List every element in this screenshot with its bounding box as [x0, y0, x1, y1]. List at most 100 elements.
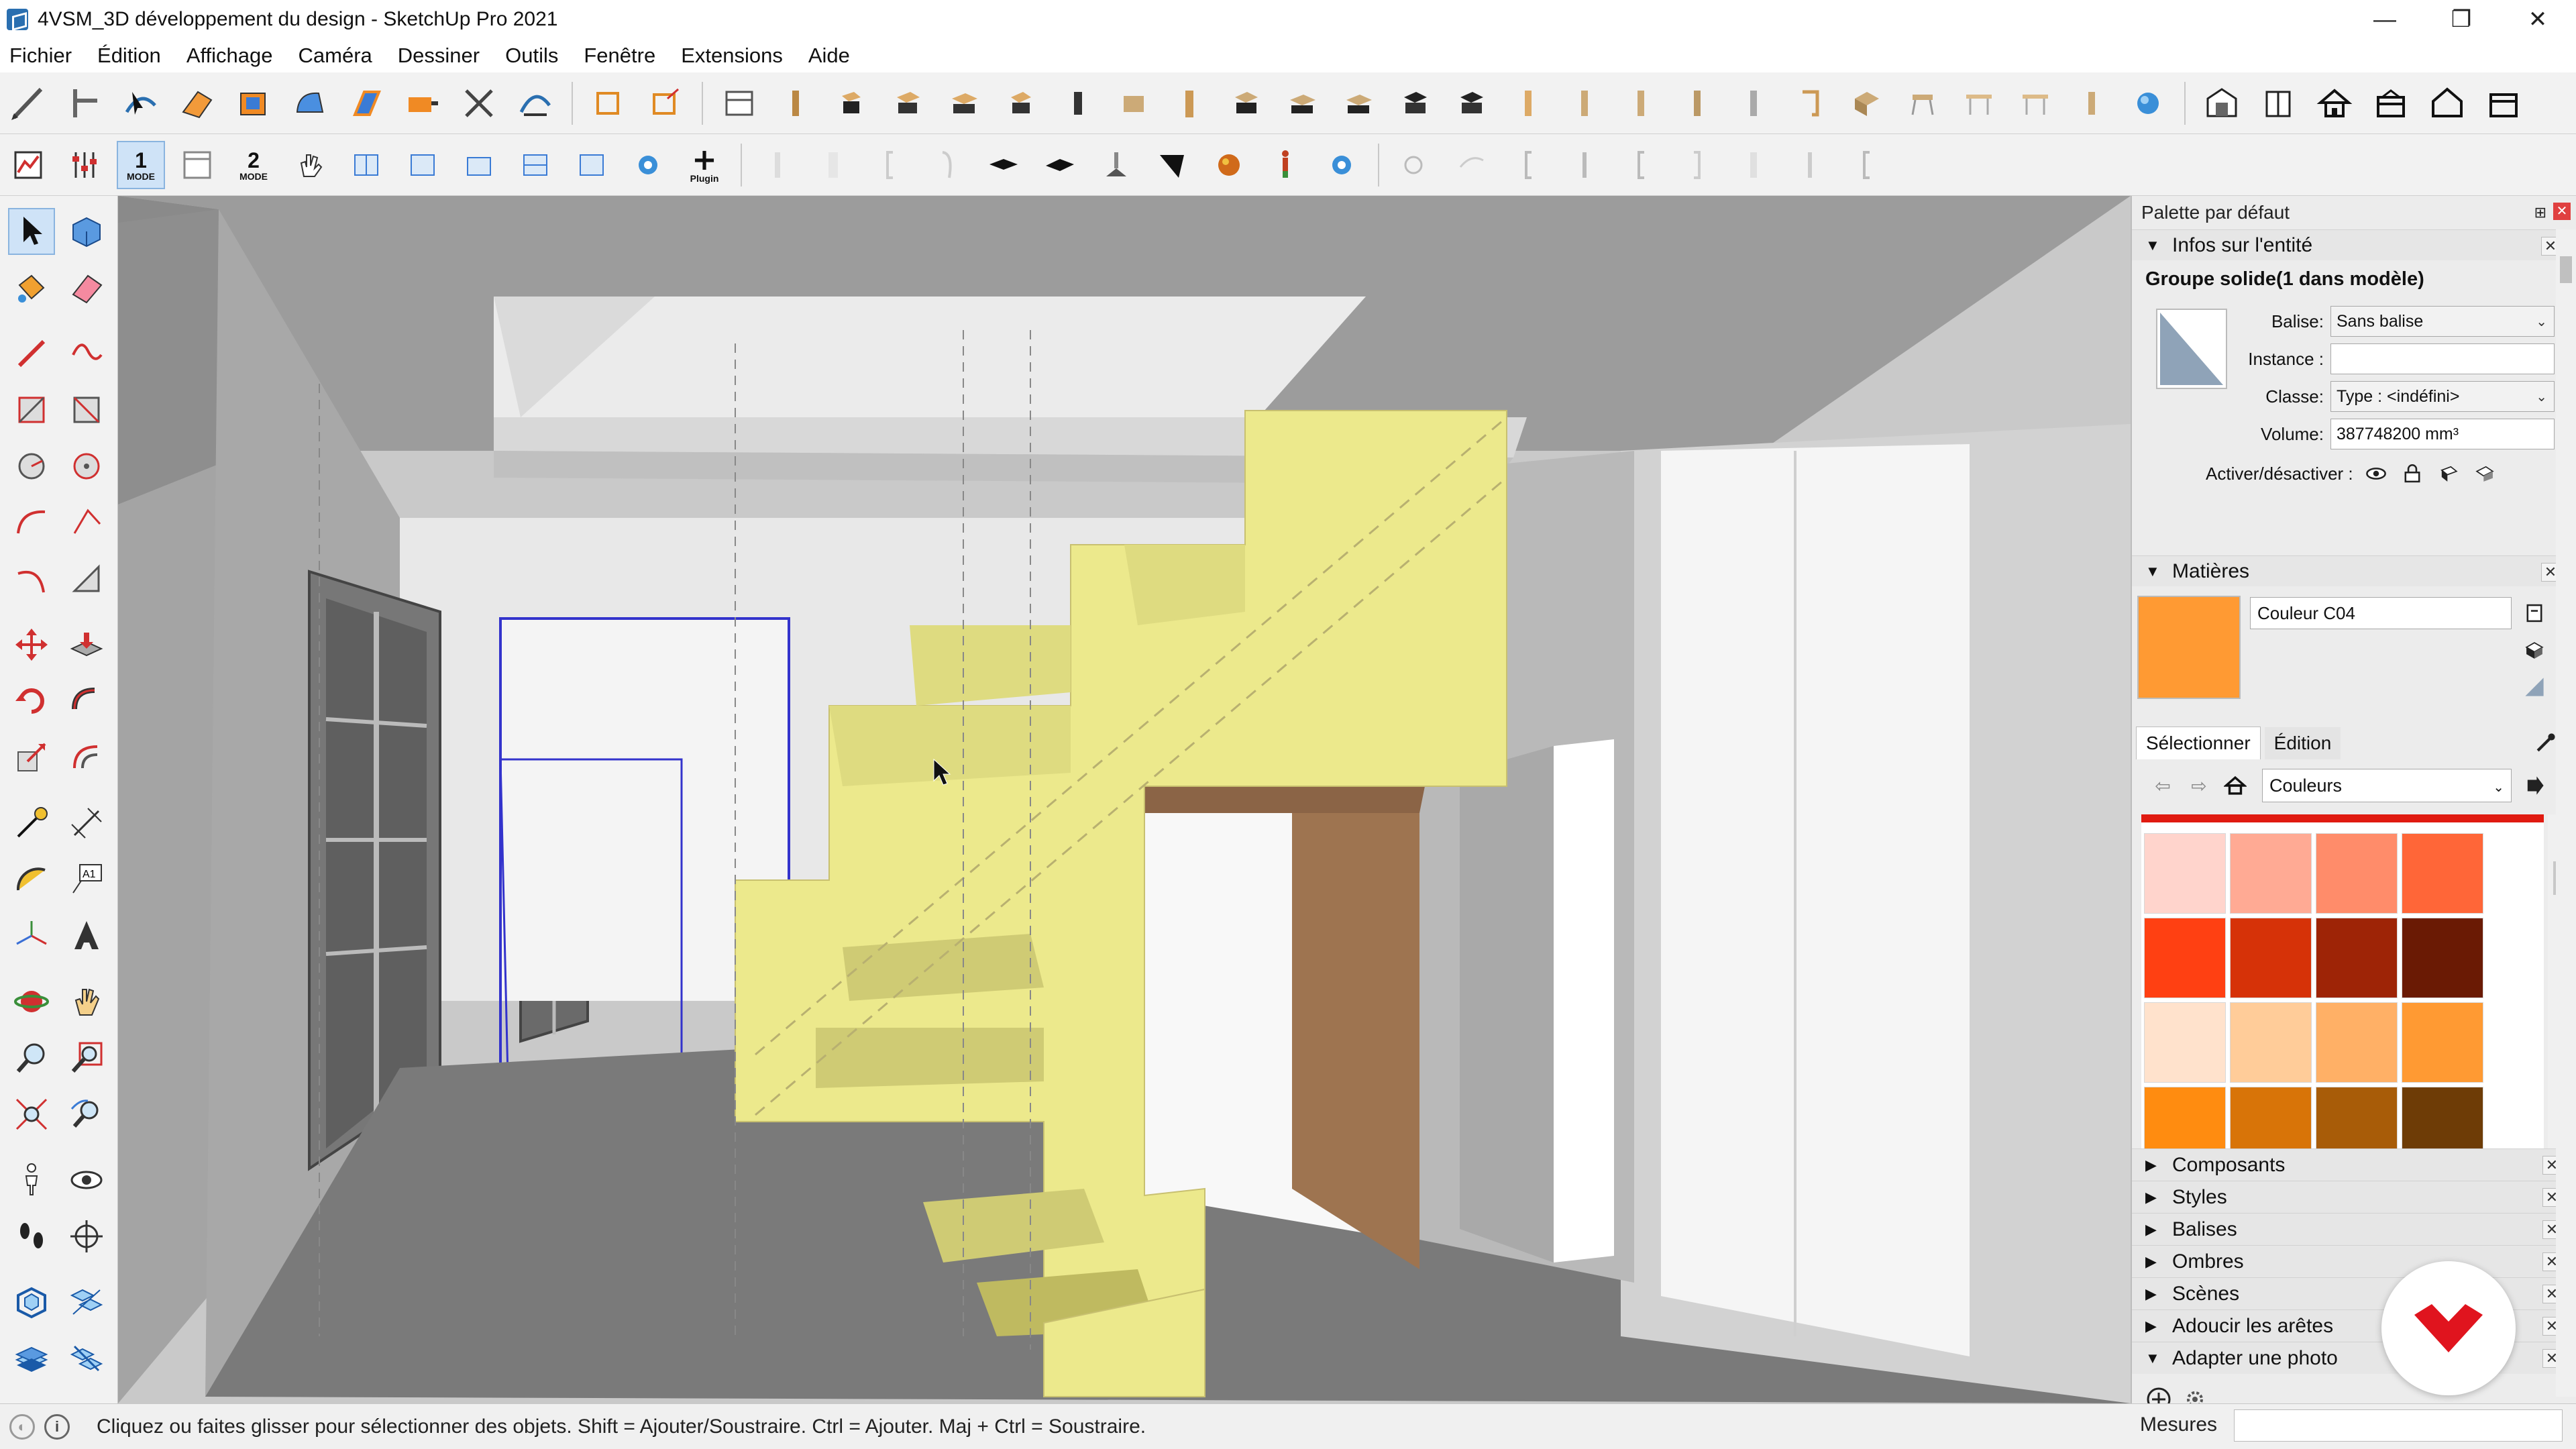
circle-tool[interactable] — [8, 443, 55, 490]
disabled-tool-10[interactable] — [1673, 141, 1721, 189]
dimension-tool[interactable] — [63, 800, 110, 847]
stair-23-button[interactable] — [2011, 79, 2059, 127]
lock-icon[interactable] — [2399, 460, 2426, 487]
line-tool-button[interactable] — [4, 79, 52, 127]
stair-17-button[interactable] — [1673, 79, 1721, 127]
menu-edition[interactable]: Édition — [97, 44, 161, 68]
wall-tool-5-button[interactable] — [568, 141, 616, 189]
settings-sliders-button[interactable] — [60, 141, 109, 189]
scale-tool[interactable] — [8, 734, 55, 781]
menu-dessiner[interactable]: Dessiner — [398, 44, 480, 68]
disabled-tool-11[interactable] — [1729, 141, 1778, 189]
mode-2-button[interactable]: 2 MODE — [229, 141, 278, 189]
panel-tool-button[interactable] — [715, 79, 763, 127]
solid-tools-3[interactable] — [8, 1335, 55, 1382]
scissors-button[interactable] — [455, 79, 503, 127]
shadows-panel-header[interactable]: ▶ Ombres ✕ — [2132, 1245, 2576, 1277]
swatch[interactable] — [2316, 918, 2398, 998]
solid-tools-2[interactable] — [63, 1279, 110, 1326]
disabled-tool-5[interactable] — [1391, 141, 1440, 189]
swatch[interactable] — [2402, 833, 2483, 914]
mode-1-button[interactable]: 1 MODE — [117, 140, 165, 189]
move-tool[interactable] — [8, 621, 55, 668]
model-info-button[interactable] — [4, 141, 52, 189]
solid-tools-4[interactable] — [63, 1335, 110, 1382]
create-material-icon[interactable] — [2520, 598, 2549, 628]
forward-arrow-icon[interactable]: ⇨ — [2184, 771, 2214, 800]
push-pull-tool[interactable] — [63, 621, 110, 668]
rotated-rectangle-tool[interactable] — [63, 386, 110, 433]
class-select[interactable]: Type : <indéfini> ⌄ — [2330, 381, 2555, 412]
previous-view-tool[interactable] — [63, 1091, 110, 1138]
menu-outils[interactable]: Outils — [505, 44, 558, 68]
three-point-arc-tool[interactable] — [8, 555, 55, 602]
select-paint-button[interactable] — [117, 79, 165, 127]
text-tool[interactable]: A1 — [63, 856, 110, 903]
axes-tool[interactable] — [8, 912, 55, 959]
diamond-tool-1[interactable] — [979, 141, 1028, 189]
hand-button[interactable] — [286, 141, 334, 189]
display-secondary-icon[interactable] — [2520, 636, 2549, 665]
disabled-tool-3[interactable] — [867, 141, 915, 189]
stair-12-button[interactable] — [1391, 79, 1440, 127]
swatch[interactable] — [2316, 833, 2398, 914]
stair-11-button[interactable] — [1335, 79, 1383, 127]
stair-10-button[interactable] — [1279, 79, 1327, 127]
stair-7-button[interactable] — [1110, 79, 1158, 127]
maximize-button[interactable]: ❐ — [2423, 0, 2500, 39]
tray-scrollbar[interactable] — [2556, 229, 2576, 1397]
swatch[interactable] — [2144, 918, 2226, 998]
shade-tool[interactable] — [1148, 141, 1197, 189]
minimize-button[interactable]: — — [2347, 0, 2423, 39]
tape-measure-tool[interactable] — [8, 800, 55, 847]
stair-25-button[interactable] — [2124, 79, 2172, 127]
swatch[interactable] — [2402, 918, 2483, 998]
line-tool[interactable] — [8, 330, 55, 377]
swatch[interactable] — [2316, 1087, 2398, 1150]
menu-extensions[interactable]: Extensions — [681, 44, 783, 68]
swatch[interactable] — [2144, 1002, 2226, 1083]
menu-camera[interactable]: Caméra — [299, 44, 372, 68]
tape-button[interactable] — [398, 79, 447, 127]
visibility-eye-icon[interactable] — [2363, 460, 2390, 487]
follow-me-tool[interactable] — [63, 678, 110, 724]
stair-18-button[interactable] — [1729, 79, 1778, 127]
stair-4-button[interactable] — [941, 79, 989, 127]
components-panel-header[interactable]: ▶ Composants ✕ — [2132, 1148, 2576, 1181]
menu-fenetre[interactable]: Fenêtre — [584, 44, 655, 68]
stair-13-button[interactable] — [1448, 79, 1496, 127]
details-arrow-icon[interactable] — [2520, 771, 2549, 800]
stair-15-button[interactable] — [1560, 79, 1609, 127]
offset-button[interactable] — [342, 79, 390, 127]
entity-thumbnail[interactable] — [2156, 309, 2227, 389]
wall-tool-4-button[interactable] — [511, 141, 559, 189]
zoom-extents-tool[interactable] — [8, 1091, 55, 1138]
mode-window-button[interactable] — [173, 141, 221, 189]
zoom-window-tool[interactable] — [63, 1034, 110, 1081]
swatch[interactable] — [2230, 918, 2312, 998]
swatch[interactable] — [2230, 1087, 2312, 1150]
warehouse-button[interactable] — [2198, 79, 2246, 127]
tag-select[interactable]: Sans balise ⌄ — [2330, 306, 2555, 337]
solid-tools-1[interactable] — [8, 1279, 55, 1326]
stair-3-button[interactable] — [884, 79, 932, 127]
geo-location-icon[interactable]: ◐ — [9, 1413, 35, 1440]
eyedropper-icon[interactable] — [2534, 731, 2557, 757]
offset-tool[interactable] — [63, 734, 110, 781]
arc-tool[interactable] — [8, 499, 55, 546]
back-arrow-icon[interactable]: ⇦ — [2148, 771, 2178, 800]
plugin-button[interactable]: Plugin — [680, 141, 729, 189]
stair-1-button[interactable] — [771, 79, 820, 127]
entity-info-header[interactable]: ▼ Infos sur l'entité ✕ — [2132, 229, 2576, 260]
disabled-tool-2[interactable] — [810, 141, 859, 189]
stair-21-button[interactable] — [1898, 79, 1947, 127]
wall-tool-2-button[interactable] — [398, 141, 447, 189]
menu-affichage[interactable]: Affichage — [186, 44, 273, 68]
house-outline-button[interactable] — [2423, 79, 2471, 127]
wall-tool-6-button[interactable] — [624, 141, 672, 189]
home-icon[interactable] — [2220, 771, 2250, 800]
stair-24-button[interactable] — [2068, 79, 2116, 127]
swatch[interactable] — [2230, 833, 2312, 914]
orbit-tool[interactable] — [8, 978, 55, 1025]
disabled-tool-13[interactable] — [1842, 141, 1890, 189]
